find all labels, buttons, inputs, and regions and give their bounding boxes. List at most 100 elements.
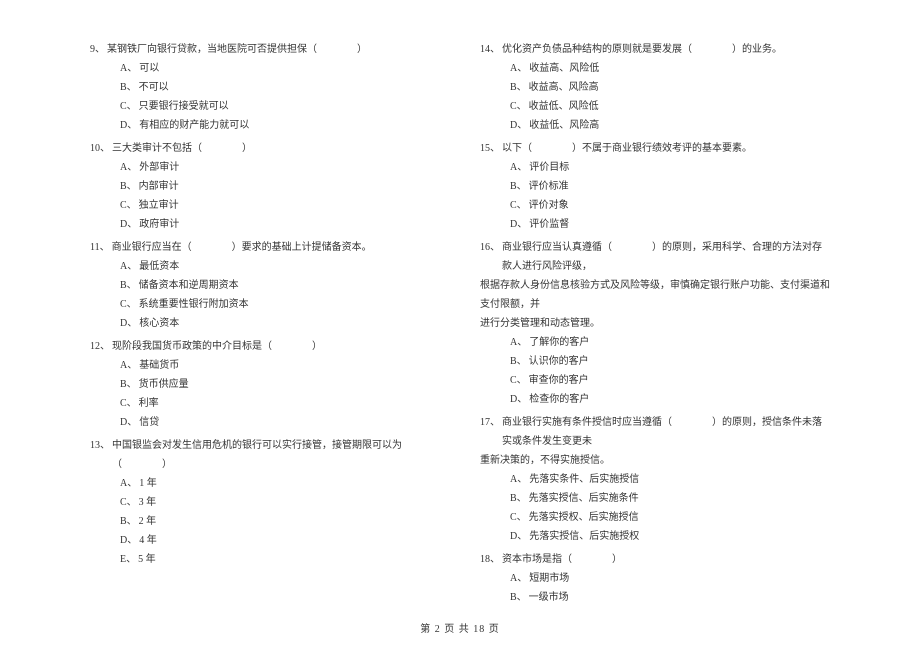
option-text: 收益低、风险高 [529,116,599,135]
option-label: A、 [120,257,137,276]
option: D、有相应的财产能力就可以 [120,116,440,135]
question-number: 9、 [90,40,105,59]
question: 17、商业银行实施有条件授信时应当遵循（ ）的原则，授信条件未落实或条件发生变更… [480,413,830,546]
option-text: 储备资本和逆周期资本 [139,276,239,295]
option-label: A、 [510,569,527,588]
options-list: A、可以B、不可以C、只要银行接受就可以D、有相应的财产能力就可以 [90,59,440,135]
option-text: 1 年 [139,474,157,493]
option-text: 有相应的财产能力就可以 [139,116,249,135]
option-text: 收益低、风险低 [529,97,599,116]
question-text: 商业银行应当在（ ）要求的基础上计提储备资本。 [112,238,440,257]
option: C、系统重要性银行附加资本 [120,295,440,314]
question: 16、商业银行应当认真遵循（ ）的原则，采用科学、合理的方法对存款人进行风险评级… [480,238,830,409]
question-number: 15、 [480,139,500,158]
option-text: 先落实条件、后实施授信 [529,470,639,489]
option: B、一级市场 [510,588,830,607]
option: C、评价对象 [510,196,830,215]
option-label: D、 [120,116,137,135]
option: B、内部审计 [120,177,440,196]
option-label: B、 [510,588,527,607]
question: 18、资本市场是指（ ）A、短期市场B、一级市场 [480,550,830,607]
question-number: 10、 [90,139,110,158]
option: E、5 年 [120,550,440,569]
option-label: D、 [120,314,137,333]
exam-page: 9、某钢铁厂向银行贷款，当地医院可否提供担保（ ）A、可以B、不可以C、只要银行… [0,0,920,641]
option-label: C、 [120,196,137,215]
option-text: 先落实授权、后实施授信 [529,508,639,527]
option: A、短期市场 [510,569,830,588]
option-text: 信贷 [139,413,159,432]
option-label: B、 [120,375,137,394]
option-label: D、 [510,116,527,135]
option: A、可以 [120,59,440,78]
question-number: 18、 [480,550,500,569]
question-continuation: 进行分类管理和动态管理。 [480,314,830,333]
option-label: B、 [510,489,527,508]
left-column: 9、某钢铁厂向银行贷款，当地医院可否提供担保（ ）A、可以B、不可以C、只要银行… [90,40,440,611]
option: C、审查你的客户 [510,371,830,390]
option-label: A、 [120,356,137,375]
option-label: C、 [510,196,527,215]
options-list: A、最低资本B、储备资本和逆周期资本C、系统重要性银行附加资本D、核心资本 [90,257,440,333]
option-text: 不可以 [139,78,169,97]
option-text: 独立审计 [139,196,179,215]
option: C、3 年 [120,493,440,512]
option-text: 可以 [139,59,159,78]
option-label: E、 [120,550,136,569]
option-text: 货币供应量 [139,375,189,394]
option-text: 外部审计 [139,158,179,177]
question-text: 商业银行应当认真遵循（ ）的原则，采用科学、合理的方法对存款人进行风险评级， [502,238,830,276]
question: 14、优化资产负债品种结构的原则就是要发展（ ）的业务。A、收益高、风险低B、收… [480,40,830,135]
option: D、收益低、风险高 [510,116,830,135]
option-text: 评价监督 [529,215,569,234]
option: B、先落实授信、后实施条件 [510,489,830,508]
option: A、外部审计 [120,158,440,177]
question-number: 16、 [480,238,500,276]
option-text: 收益高、风险高 [529,78,599,97]
option: C、收益低、风险低 [510,97,830,116]
question-continuation: 重新决策的，不得实施授信。 [480,451,830,470]
option-text: 系统重要性银行附加资本 [139,295,249,314]
option-text: 一级市场 [529,588,569,607]
option-label: B、 [120,177,137,196]
question-stem: 13、中国银监会对发生信用危机的银行可以实行接管，接管期限可以为（ ） [90,436,440,474]
option: B、评价标准 [510,177,830,196]
option-label: C、 [120,493,137,512]
option-label: B、 [510,177,527,196]
option-label: C、 [510,371,527,390]
option: B、2 年 [120,512,440,531]
option: D、4 年 [120,531,440,550]
option: B、储备资本和逆周期资本 [120,276,440,295]
option-label: D、 [120,531,137,550]
options-list: A、基础货币B、货币供应量C、利率D、信贷 [90,356,440,432]
question: 12、现阶段我国货币政策的中介目标是（ ）A、基础货币B、货币供应量C、利率D、… [90,337,440,432]
option-text: 内部审计 [139,177,179,196]
question-text: 以下（ ）不属于商业银行绩效考评的基本要素。 [502,139,830,158]
option-text: 5 年 [138,550,156,569]
option-text: 只要银行接受就可以 [139,97,229,116]
option: A、最低资本 [120,257,440,276]
option: D、检查你的客户 [510,390,830,409]
option-label: D、 [510,215,527,234]
option-text: 短期市场 [529,569,569,588]
options-list: A、收益高、风险低B、收益高、风险高C、收益低、风险低D、收益低、风险高 [480,59,830,135]
option-text: 政府审计 [139,215,179,234]
question: 10、三大类审计不包括（ ）A、外部审计B、内部审计C、独立审计D、政府审计 [90,139,440,234]
question-stem: 10、三大类审计不包括（ ） [90,139,440,158]
question: 13、中国银监会对发生信用危机的银行可以实行接管，接管期限可以为（ ）A、1 年… [90,436,440,569]
option-text: 检查你的客户 [529,390,589,409]
option-text: 审查你的客户 [529,371,589,390]
option-text: 先落实授信、后实施条件 [529,489,639,508]
question-number: 17、 [480,413,500,451]
options-list: A、1 年C、3 年B、2 年D、4 年E、5 年 [90,474,440,569]
option-label: C、 [120,97,137,116]
option-text: 认识你的客户 [529,352,589,371]
option-label: B、 [510,78,527,97]
option: D、先落实授信、后实施授权 [510,527,830,546]
option: A、评价目标 [510,158,830,177]
option-text: 评价目标 [529,158,569,177]
right-column: 14、优化资产负债品种结构的原则就是要发展（ ）的业务。A、收益高、风险低B、收… [480,40,830,611]
option: D、政府审计 [120,215,440,234]
question-number: 12、 [90,337,110,356]
question-stem: 18、资本市场是指（ ） [480,550,830,569]
